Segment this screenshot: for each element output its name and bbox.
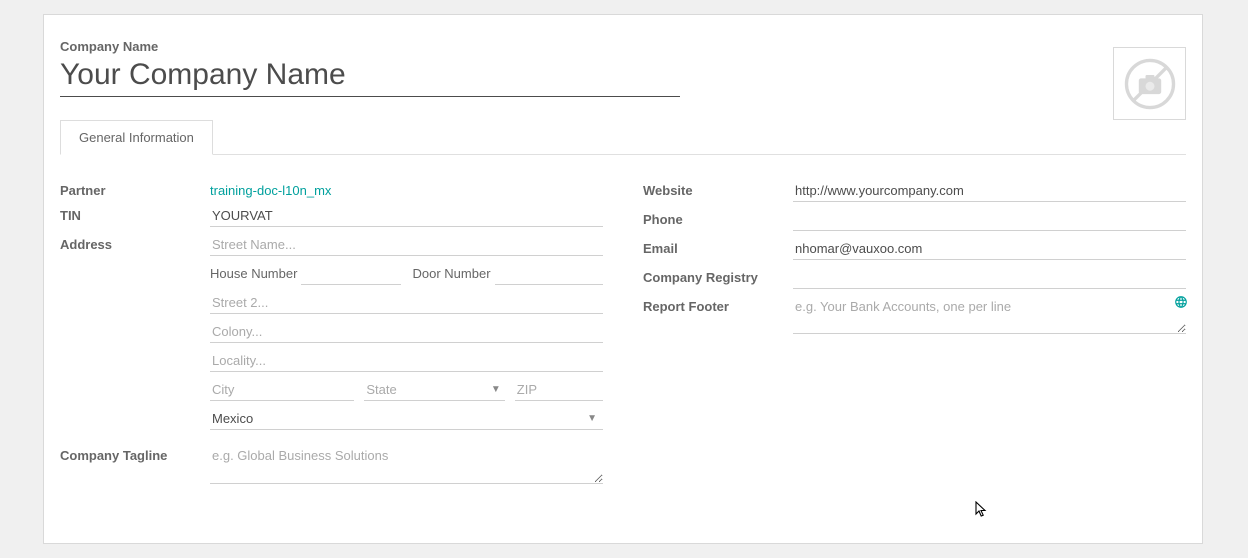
website-input[interactable]	[793, 179, 1186, 202]
phone-input[interactable]	[793, 208, 1186, 231]
country-input[interactable]	[210, 407, 581, 429]
door-number-input[interactable]	[495, 262, 603, 285]
street2-input[interactable]	[210, 291, 603, 314]
locality-input[interactable]	[210, 349, 603, 372]
company-tagline-label: Company Tagline	[60, 444, 210, 463]
tin-label: TIN	[60, 204, 210, 223]
tab-general-information[interactable]: General Information	[60, 120, 213, 155]
caret-down-icon: ▼	[487, 384, 505, 395]
state-input[interactable]	[364, 378, 486, 400]
report-footer-label: Report Footer	[643, 295, 793, 314]
state-select[interactable]: ▼	[364, 378, 504, 401]
tab-content: Partner training-doc-l10n_mx TIN Address	[60, 155, 1186, 490]
mouse-cursor-icon	[974, 501, 988, 522]
house-number-label: House Number	[210, 266, 297, 281]
company-tagline-input[interactable]	[210, 444, 603, 484]
phone-label: Phone	[643, 208, 793, 227]
camera-placeholder-icon	[1122, 56, 1178, 112]
house-number-input[interactable]	[301, 262, 400, 285]
caret-down-icon: ▼	[581, 413, 603, 424]
company-registry-input[interactable]	[793, 266, 1186, 289]
zip-input[interactable]	[515, 378, 603, 401]
globe-icon[interactable]	[1174, 295, 1188, 312]
colony-input[interactable]	[210, 320, 603, 343]
company-registry-label: Company Registry	[643, 266, 793, 285]
partner-link[interactable]: training-doc-l10n_mx	[210, 179, 603, 198]
company-name-input[interactable]	[60, 58, 680, 97]
right-column: Website Phone Email Company Registry	[643, 179, 1186, 490]
company-image-placeholder[interactable]	[1113, 47, 1186, 120]
company-form-sheet: Company Name General Information Partner…	[43, 14, 1203, 544]
city-input[interactable]	[210, 378, 354, 401]
website-label: Website	[643, 179, 793, 198]
tin-input[interactable]	[210, 204, 603, 227]
partner-label: Partner	[60, 179, 210, 198]
address-label: Address	[60, 233, 210, 252]
tabs: General Information	[60, 119, 1186, 155]
street-input[interactable]	[210, 233, 603, 256]
report-footer-input[interactable]	[793, 295, 1186, 334]
email-input[interactable]	[793, 237, 1186, 260]
email-label: Email	[643, 237, 793, 256]
door-number-label: Door Number	[413, 266, 491, 281]
company-name-label: Company Name	[60, 39, 1186, 54]
country-select[interactable]: ▼	[210, 407, 603, 430]
left-column: Partner training-doc-l10n_mx TIN Address	[60, 179, 603, 490]
